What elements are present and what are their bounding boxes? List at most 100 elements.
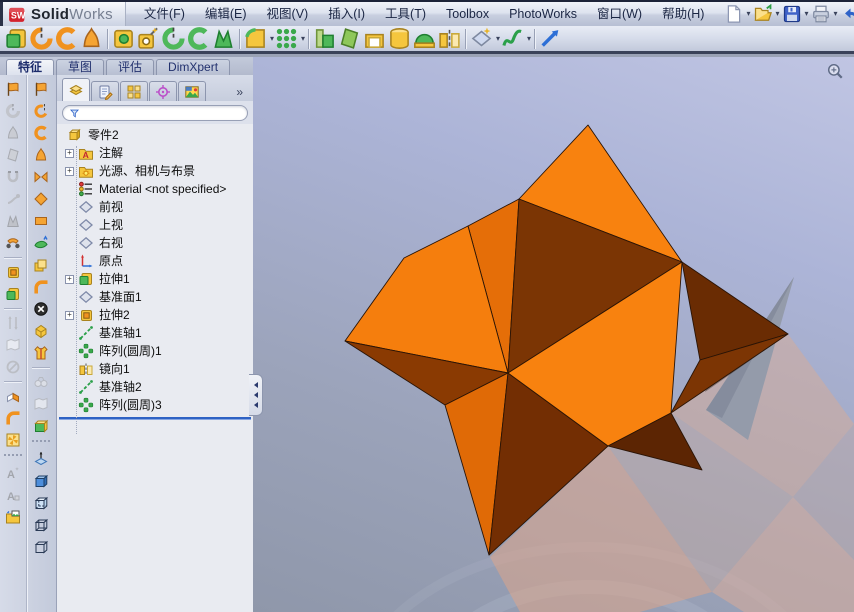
forming-tool-button[interactable] [31, 321, 52, 341]
menu-window[interactable]: 窗口(W) [587, 2, 652, 26]
dropdown-arrow-icon[interactable]: ▾ [775, 10, 779, 18]
menu-insert[interactable]: 插入(I) [318, 2, 375, 26]
open-icon[interactable] [753, 4, 773, 24]
tab-tool-button[interactable] [31, 211, 52, 231]
displaymanager-tab[interactable] [178, 81, 206, 101]
tree-item-ref-axis1[interactable]: 基准轴1 [57, 324, 253, 342]
expand-plus-icon[interactable]: + [65, 166, 74, 176]
corner-cube-tool-button[interactable] [31, 416, 52, 436]
jog-tool-button[interactable] [31, 255, 52, 275]
tree-item-origin[interactable]: 原点 [57, 252, 253, 270]
sketched-bend-button[interactable] [31, 277, 52, 297]
shell-button[interactable] [362, 27, 387, 51]
tree-item-right-plane[interactable]: 右视 [57, 234, 253, 252]
closed-corner-button[interactable] [31, 299, 52, 319]
dropdown-arrow-icon[interactable]: ▾ [833, 10, 837, 18]
swept-flag-tool-button[interactable] [2, 79, 23, 99]
new-document-icon[interactable] [724, 4, 744, 24]
design-binder-button[interactable] [2, 507, 23, 527]
dropdown-arrow-icon[interactable]: ▾ [527, 34, 531, 43]
dimxpertmanager-tab[interactable] [149, 81, 177, 101]
swept-flange-button[interactable] [31, 123, 52, 143]
revolve-box-tool-button[interactable] [2, 284, 23, 304]
print-icon[interactable] [811, 4, 831, 24]
extruded-cut-button[interactable] [111, 27, 136, 51]
command-tab-evaluate[interactable]: 评估 [106, 59, 155, 75]
revolved-cut-button[interactable] [161, 27, 186, 51]
hidden-lines-visible-view-button[interactable] [31, 493, 52, 513]
base-flange-button[interactable] [31, 79, 52, 99]
tree-item-ref-axis2[interactable]: 基准轴2 [57, 378, 253, 396]
bend-tool-button[interactable] [2, 408, 23, 428]
dropdown-arrow-icon[interactable]: ▾ [301, 34, 305, 43]
menu-toolbox[interactable]: Toolbox [436, 2, 499, 26]
tree-item-top-plane[interactable]: 上视 [57, 216, 253, 234]
mirror-button[interactable] [437, 27, 462, 51]
swept-boss-button[interactable] [54, 27, 79, 51]
extrude-box-tool-button[interactable] [2, 262, 23, 282]
undo-icon[interactable] [841, 4, 854, 24]
linear-pattern-button[interactable] [274, 27, 299, 51]
tree-item-circular-pattern1[interactable]: 阵列(圆周)1 [57, 342, 253, 360]
cross-break-button[interactable] [31, 167, 52, 187]
tree-item-ref-plane1[interactable]: 基准面1 [57, 288, 253, 306]
tree-filter-input[interactable] [85, 107, 241, 119]
curves-button[interactable] [500, 27, 525, 51]
tree-item-material[interactable]: Material <not specified> [57, 180, 253, 198]
fillet-button[interactable] [243, 27, 268, 51]
hem-tool-button[interactable] [31, 233, 52, 253]
wireframe-view-button[interactable] [31, 515, 52, 535]
handset-tool-button[interactable] [2, 233, 23, 253]
dropdown-arrow-icon[interactable]: ▾ [746, 10, 750, 18]
menu-view[interactable]: 视图(V) [257, 2, 319, 26]
command-tab-features[interactable]: 特征 [6, 59, 55, 75]
tree-item-mirror1[interactable]: 镜向1 [57, 360, 253, 378]
menu-file[interactable]: 文件(F) [134, 2, 195, 26]
hidden-lines-removed-view-button[interactable] [31, 537, 52, 557]
lofted-bend-button[interactable] [31, 145, 52, 165]
revolved-flange-button[interactable] [31, 101, 52, 121]
swept-cut-button[interactable] [186, 27, 211, 51]
expand-plus-icon[interactable]: + [65, 310, 74, 320]
instant3d-button[interactable] [538, 27, 563, 51]
revolved-boss-button[interactable] [29, 27, 54, 51]
hole-wizard-button[interactable] [136, 27, 161, 51]
menu-help[interactable]: 帮助(H) [652, 2, 714, 26]
normal-to-view-button[interactable] [31, 449, 52, 469]
tree-item-annotations[interactable]: + A 注解 [57, 144, 253, 162]
menu-photoworks[interactable]: PhotoWorks [499, 2, 587, 26]
vent-tool-button[interactable] [2, 430, 23, 450]
unfold-tool-button[interactable] [31, 343, 52, 363]
tree-item-extrude1[interactable]: + 拉伸1 [57, 270, 253, 288]
fold-tool-button[interactable] [2, 386, 23, 406]
command-tab-sketch[interactable]: 草图 [56, 59, 105, 75]
toolbar-drag-handle[interactable] [32, 440, 51, 445]
extruded-boss-button[interactable] [4, 27, 29, 51]
shaded-view-button[interactable] [31, 471, 52, 491]
edge-flange-button[interactable] [31, 189, 52, 209]
configurationmanager-tab[interactable] [120, 81, 148, 101]
menu-edit[interactable]: 编辑(E) [195, 2, 257, 26]
propertymanager-tab[interactable] [91, 81, 119, 101]
toolbar-drag-handle[interactable] [3, 454, 22, 459]
manager-tabs-overflow-button[interactable]: » [236, 85, 249, 101]
reference-geometry-button[interactable] [469, 27, 494, 51]
command-tab-dimxpert[interactable]: DimXpert [156, 59, 231, 75]
featuremanager-design-tree-tab[interactable] [62, 78, 90, 101]
dome-button[interactable] [412, 27, 437, 51]
dropdown-arrow-icon[interactable]: ▾ [804, 10, 808, 18]
menu-tools[interactable]: 工具(T) [375, 2, 436, 26]
tree-item-extrude2[interactable]: + 拉伸2 [57, 306, 253, 324]
tree-item-part[interactable]: 零件2 [57, 126, 253, 144]
save-icon[interactable] [782, 4, 802, 24]
lofted-cut-button[interactable] [211, 27, 236, 51]
rib-button[interactable] [312, 27, 337, 51]
expand-plus-icon[interactable]: + [65, 274, 74, 284]
wrap-button[interactable] [387, 27, 412, 51]
tree-filter-box[interactable] [62, 105, 248, 121]
tree-item-circular-pattern3[interactable]: 阵列(圆周)3 [57, 396, 253, 414]
draft-button[interactable] [337, 27, 362, 51]
tree-item-lights-cameras-scene[interactable]: + 光源、相机与布景 [57, 162, 253, 180]
expand-plus-icon[interactable]: + [65, 148, 74, 158]
panel-collapse-handle[interactable] [249, 374, 263, 416]
